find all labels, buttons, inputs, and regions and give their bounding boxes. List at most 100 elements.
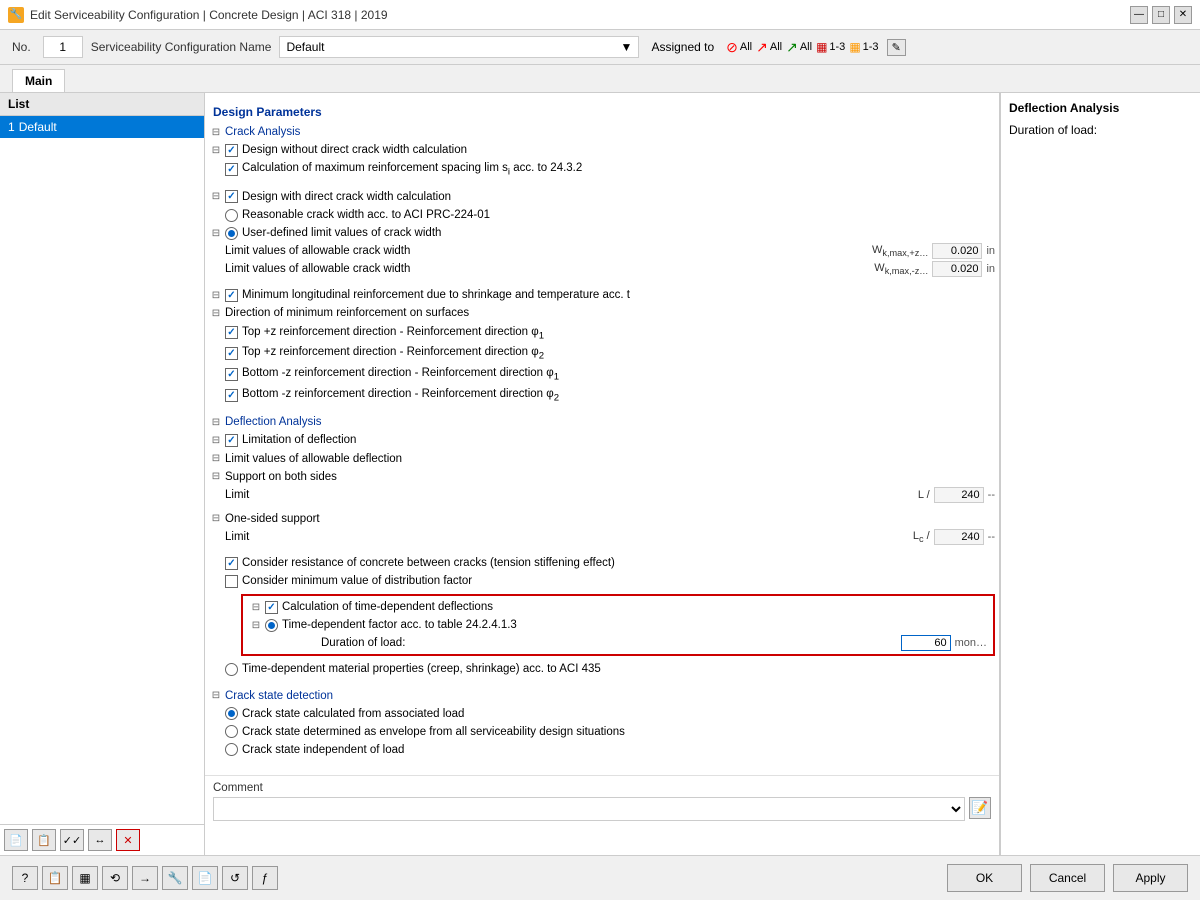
limit-values-row: ⊟ Limit values of allowable deflection (205, 450, 999, 468)
limit-one-value-input[interactable] (934, 529, 984, 545)
grid-icon-5: ▦ (849, 40, 860, 54)
sync-button[interactable]: ↔ (88, 829, 112, 851)
limit-crack-pos-label: Limit values of allowable crack width (225, 243, 872, 259)
limit-values-expand[interactable]: ⊟ (209, 452, 223, 466)
consider-min-dist-checkbox[interactable] (225, 575, 238, 588)
one-sided-expand[interactable]: ⊟ (209, 512, 223, 526)
clipboard-button[interactable]: 📋 (42, 866, 68, 890)
comment-input[interactable] (213, 797, 965, 821)
tab-main[interactable]: Main (12, 69, 65, 92)
undo-button[interactable]: ↺ (222, 866, 248, 890)
top-z-phi2-checkbox[interactable] (225, 347, 238, 360)
consider-resistance-checkbox[interactable] (225, 557, 238, 570)
deflection-expand[interactable]: ⊟ (209, 415, 223, 429)
assign-chip-5[interactable]: ▦ 1-3 (849, 40, 878, 54)
side-info-duration-label: Duration of load: (1009, 123, 1192, 137)
top-z-phi2-row: Top +z reinforcement direction - Reinfor… (205, 343, 999, 364)
check-button[interactable]: ✓✓ (60, 829, 84, 851)
crack-independent-radio[interactable] (225, 743, 238, 756)
grid-button[interactable]: ▦ (72, 866, 98, 890)
new-config-button[interactable]: 📄 (4, 829, 28, 851)
direction-expand[interactable]: ⊟ (209, 307, 223, 321)
minimize-button[interactable]: — (1130, 6, 1148, 24)
assign-chip-3[interactable]: ↗ All (786, 39, 812, 56)
min-long-expand[interactable]: ⊟ (209, 288, 223, 302)
limitation-deflection-row: ⊟ Limitation of deflection (205, 431, 999, 449)
reasonable-crack-radio[interactable] (225, 209, 238, 222)
support-both-label: Support on both sides (225, 469, 995, 485)
crack-state-expand[interactable]: ⊟ (209, 689, 223, 703)
time-dep-material-radio[interactable] (225, 663, 238, 676)
calc-time-dep-checkbox[interactable] (265, 601, 278, 614)
user-defined-crack-radio[interactable] (225, 227, 238, 240)
ok-button[interactable]: OK (947, 864, 1022, 892)
limitation-expand[interactable]: ⊟ (209, 434, 223, 448)
crack-analysis-label: Crack Analysis (225, 124, 995, 140)
copy-config-button[interactable]: 📋 (32, 829, 56, 851)
bot-z-phi2-checkbox[interactable] (225, 389, 238, 402)
comment-edit-button[interactable]: 📝 (969, 797, 991, 819)
cancel-button[interactable]: Cancel (1030, 864, 1105, 892)
apply-button[interactable]: Apply (1113, 864, 1188, 892)
design-with-crack-checkbox[interactable] (225, 190, 238, 203)
maximize-button[interactable]: □ (1152, 6, 1170, 24)
function-button[interactable]: ƒ (252, 866, 278, 890)
consider-min-dist-row: Consider minimum value of distribution f… (205, 572, 999, 590)
crack-pos-value-input[interactable] (932, 243, 982, 259)
bot-z-phi1-label: Bottom -z reinforcement direction - Rein… (242, 365, 995, 384)
limit-both-value-input[interactable] (934, 487, 984, 503)
spacer12 (209, 574, 223, 588)
time-dep-factor-expand[interactable]: ⊟ (249, 618, 263, 632)
close-button[interactable]: ✕ (1174, 6, 1192, 24)
settings-button[interactable]: 🔧 (162, 866, 188, 890)
assigned-label: Assigned to (651, 40, 714, 54)
design-with-crack-row: ⊟ Design with direct crack width calcula… (205, 188, 999, 206)
doc-button[interactable]: 📄 (192, 866, 218, 890)
dropdown-arrow-icon: ▼ (621, 40, 633, 54)
top-z-phi1-checkbox[interactable] (225, 326, 238, 339)
direction-min-row: ⊟ Direction of minimum reinforcement on … (205, 304, 999, 322)
assign-chip-4[interactable]: ▦ 1-3 (816, 40, 845, 54)
list-item-default[interactable]: 1 Default (0, 116, 204, 138)
support-both-expand[interactable]: ⊟ (209, 470, 223, 484)
consider-resistance-row: Consider resistance of concrete between … (205, 554, 999, 572)
calc-max-reinf-checkbox[interactable] (225, 163, 238, 176)
limit-one-row: Limit Lc / -- (205, 528, 999, 546)
toolbar-left: ? 📋 ▦ ⟲ → 🔧 📄 ↺ ƒ (12, 866, 278, 890)
reasonable-crack-label: Reasonable crack width acc. to ACI PRC-2… (242, 207, 995, 223)
design-without-expand[interactable]: ⊟ (209, 143, 223, 157)
config-number-input[interactable] (43, 36, 83, 58)
assign-edit-button[interactable]: ✎ (887, 39, 906, 56)
crack-envelope-radio[interactable] (225, 725, 238, 738)
help-button[interactable]: ? (12, 866, 38, 890)
crack-envelope-row: Crack state determined as envelope from … (205, 723, 999, 741)
bot-z-phi1-checkbox[interactable] (225, 368, 238, 381)
spacer1 (209, 163, 223, 177)
comment-section: Comment 📝 (205, 775, 999, 825)
assign-chip-2[interactable]: ↗ All (756, 39, 782, 56)
bot-z-phi2-row: Bottom -z reinforcement direction - Rein… (205, 385, 999, 406)
delete-config-button[interactable]: ✕ (116, 829, 140, 851)
spacer13 (305, 636, 319, 650)
spacer14 (209, 663, 223, 677)
calc-time-dep-expand[interactable]: ⊟ (249, 600, 263, 614)
crack-analysis-expand[interactable]: ⊟ (209, 125, 223, 139)
time-dep-factor-radio[interactable] (265, 619, 278, 632)
user-defined-expand[interactable]: ⊟ (209, 226, 223, 240)
design-without-crack-checkbox[interactable] (225, 144, 238, 157)
crack-pos-value-label: Wk,max,+z… (872, 244, 928, 258)
crack-neg-value-input[interactable] (932, 261, 982, 277)
right-arrow-button[interactable]: → (132, 866, 158, 890)
consider-min-dist-label: Consider minimum value of distribution f… (242, 573, 995, 589)
design-with-expand[interactable]: ⊟ (209, 190, 223, 204)
duration-load-input[interactable] (901, 635, 951, 651)
deflection-analysis-row: ⊟ Deflection Analysis (205, 413, 999, 431)
crack-from-load-radio[interactable] (225, 707, 238, 720)
limitation-deflection-checkbox[interactable] (225, 434, 238, 447)
spacer10 (209, 530, 223, 544)
assign-chip-1[interactable]: ⊘ All (726, 39, 752, 56)
min-long-reinf-checkbox[interactable] (225, 289, 238, 302)
arrow-button[interactable]: ⟲ (102, 866, 128, 890)
limit-both-row: Limit L / -- (205, 486, 999, 504)
config-name-dropdown[interactable]: Default ▼ (279, 36, 639, 58)
